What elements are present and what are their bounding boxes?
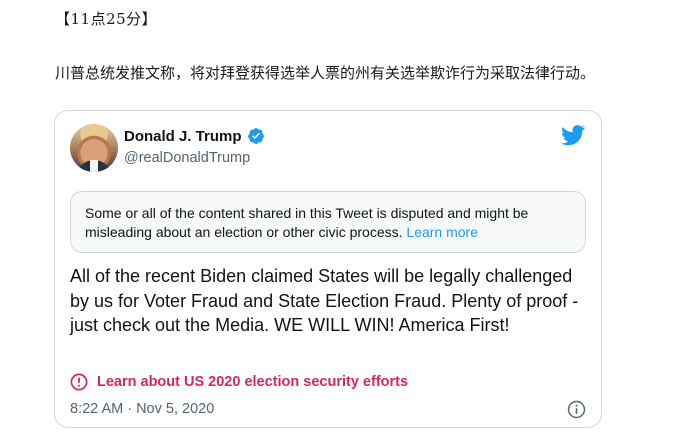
embedded-tweet-card[interactable]: Donald J. Trump @realDonaldTrump Some or… [54, 110, 602, 428]
election-info-row[interactable]: Learn about US 2020 election security ef… [70, 373, 408, 391]
tweet-body: All of the recent Biden claimed States w… [70, 266, 579, 335]
info-icon[interactable] [567, 400, 586, 419]
author-handle[interactable]: @realDonaldTrump [124, 150, 250, 166]
disputed-content-notice: Some or all of the content shared in thi… [70, 191, 586, 253]
news-time-header: 【11点25分】 [55, 10, 158, 28]
avatar[interactable] [70, 124, 118, 172]
tweet-timestamp[interactable]: 8:22 AM · Nov 5, 2020 [70, 401, 214, 417]
author-display-name[interactable]: Donald J. Trump [124, 128, 242, 145]
news-intro-text: 川普总统发推文称，将对拜登获得选举人票的州有关选举欺诈行为采取法律行动。 [55, 64, 596, 82]
avatar-collar [90, 160, 98, 172]
verified-badge-icon [247, 128, 264, 144]
author-name-row: Donald J. Trump [124, 127, 265, 145]
election-security-link[interactable]: Learn about US 2020 election security ef… [97, 374, 408, 390]
learn-more-link[interactable]: Learn more [406, 224, 478, 240]
twitter-bird-icon[interactable] [561, 125, 585, 145]
alert-circle-icon [70, 373, 88, 391]
